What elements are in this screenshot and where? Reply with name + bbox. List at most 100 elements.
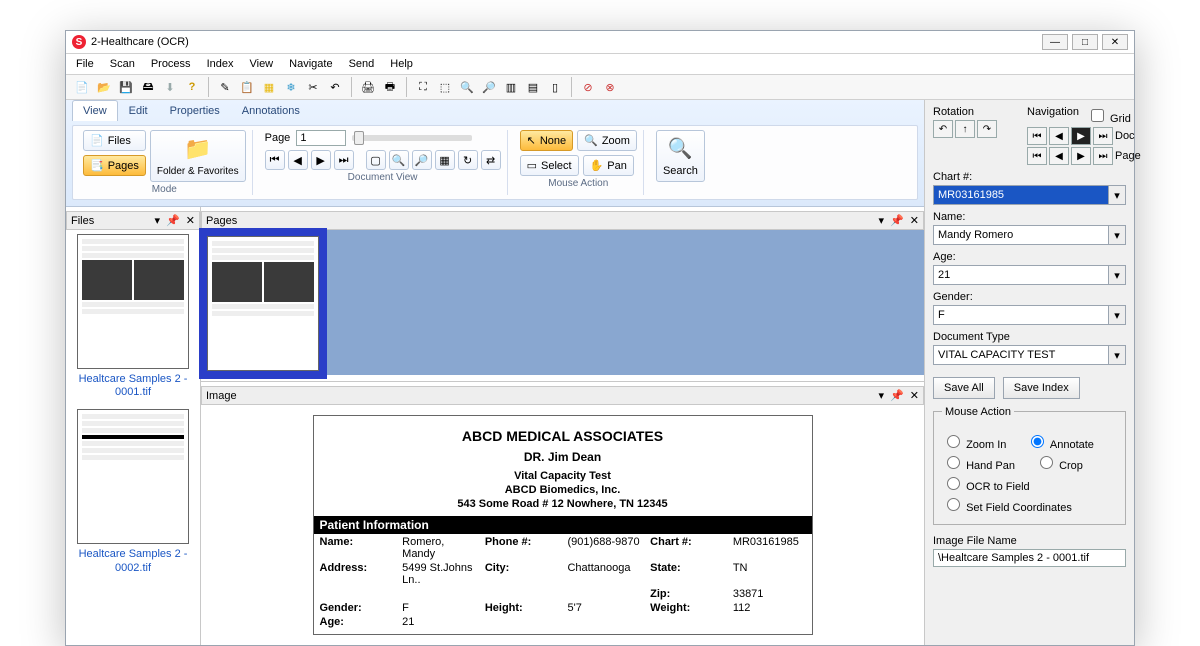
- printer-icon[interactable]: 🖶: [380, 77, 400, 97]
- pan-button[interactable]: ✋Pan: [583, 155, 634, 176]
- maximize-button[interactable]: □: [1072, 34, 1098, 50]
- down-icon[interactable]: ⬇: [160, 77, 180, 97]
- menu-navigate[interactable]: Navigate: [287, 56, 334, 72]
- pages-drop-icon[interactable]: ▾: [879, 214, 885, 227]
- flip-button[interactable]: ⇄: [481, 150, 501, 170]
- file-thumb[interactable]: [77, 409, 189, 544]
- radio-setcoords[interactable]: [947, 498, 960, 511]
- rot-cw-button[interactable]: ↷: [977, 120, 997, 138]
- tab-properties[interactable]: Properties: [159, 100, 231, 121]
- page-thumb-selected[interactable]: [207, 236, 319, 371]
- layout1-button[interactable]: ▢: [366, 150, 386, 170]
- nav-doc-next[interactable]: ▶: [1071, 127, 1091, 145]
- file-name-1[interactable]: Healtcare Samples 2 - 0001.tif: [70, 373, 196, 399]
- tab-annotations[interactable]: Annotations: [231, 100, 311, 121]
- zoomin-icon[interactable]: 🔍: [457, 77, 477, 97]
- file-name-2[interactable]: Healtcare Samples 2 - 0002.tif: [70, 548, 196, 574]
- snow-icon[interactable]: ❄: [281, 77, 301, 97]
- nav-page-last[interactable]: ⏭: [1093, 147, 1113, 165]
- menu-help[interactable]: Help: [388, 56, 415, 72]
- zoomfit-button[interactable]: 🔍: [389, 150, 409, 170]
- help-icon[interactable]: ?: [182, 77, 202, 97]
- radio-handpan[interactable]: [947, 456, 960, 469]
- gender-dropdown[interactable]: ▾: [1108, 305, 1126, 325]
- globe-red-icon[interactable]: ⊘: [578, 77, 598, 97]
- grid-icon[interactable]: ▦: [259, 77, 279, 97]
- imgfile-input[interactable]: [933, 549, 1126, 567]
- print-icon[interactable]: 🖨: [358, 77, 378, 97]
- pages-close-icon[interactable]: ✕: [910, 214, 919, 227]
- image-close-icon[interactable]: ✕: [910, 389, 919, 402]
- calendar-icon[interactable]: ▤: [523, 77, 543, 97]
- radio-ocr[interactable]: [947, 477, 960, 490]
- age-input[interactable]: [933, 265, 1108, 285]
- next-page-button[interactable]: ▶: [311, 150, 331, 170]
- saveall-icon[interactable]: 🖴: [138, 77, 158, 97]
- cut-icon[interactable]: ✂: [303, 77, 323, 97]
- search-button[interactable]: 🔍 Search: [656, 130, 705, 182]
- chart-dropdown[interactable]: ▾: [1108, 185, 1126, 205]
- zoomout-icon[interactable]: 🔎: [479, 77, 499, 97]
- menu-send[interactable]: Send: [347, 56, 377, 72]
- radio-crop[interactable]: [1040, 456, 1053, 469]
- tab-view[interactable]: View: [72, 100, 118, 121]
- nav-page-prev[interactable]: ◀: [1049, 147, 1069, 165]
- page-slider[interactable]: [354, 131, 364, 145]
- globe-stop-icon[interactable]: ⊗: [600, 77, 620, 97]
- grid-checkbox[interactable]: [1091, 109, 1104, 122]
- nav-page-next[interactable]: ▶: [1071, 147, 1091, 165]
- nav-doc-first[interactable]: ⏮: [1027, 127, 1047, 145]
- select-button[interactable]: ▭Select: [520, 155, 579, 176]
- nav-doc-prev[interactable]: ◀: [1049, 127, 1069, 145]
- menu-view[interactable]: View: [247, 56, 275, 72]
- prev-page-button[interactable]: ◀: [288, 150, 308, 170]
- undo-icon[interactable]: ↶: [325, 77, 345, 97]
- doctype-input[interactable]: [933, 345, 1108, 365]
- save-index-button[interactable]: Save Index: [1003, 377, 1080, 399]
- gender-input[interactable]: [933, 305, 1108, 325]
- save-all-button[interactable]: Save All: [933, 377, 995, 399]
- pages-button[interactable]: 📑Pages: [83, 155, 146, 176]
- rot-up-button[interactable]: ↑: [955, 120, 975, 138]
- radio-zoomin[interactable]: [947, 435, 960, 448]
- files-button[interactable]: 📄Files: [83, 130, 146, 151]
- files-drop-icon[interactable]: ▾: [155, 214, 161, 227]
- files-close-icon[interactable]: ✕: [186, 214, 195, 227]
- tab-edit[interactable]: Edit: [118, 100, 159, 121]
- thumbs-button[interactable]: ▦: [435, 150, 455, 170]
- radio-annotate[interactable]: [1031, 435, 1044, 448]
- folder-favorites-button[interactable]: 📁 Folder & Favorites: [150, 130, 246, 182]
- copy-icon[interactable]: 📋: [237, 77, 257, 97]
- zoomreg-button[interactable]: 🔎: [412, 150, 432, 170]
- menu-scan[interactable]: Scan: [108, 56, 137, 72]
- save-icon[interactable]: 💾: [116, 77, 136, 97]
- open-icon[interactable]: 📂: [94, 77, 114, 97]
- menu-file[interactable]: File: [74, 56, 96, 72]
- layout-icon[interactable]: ▥: [501, 77, 521, 97]
- rotate-button[interactable]: ↻: [458, 150, 478, 170]
- age-dropdown[interactable]: ▾: [1108, 265, 1126, 285]
- image-drop-icon[interactable]: ▾: [879, 389, 885, 402]
- files-pin-icon[interactable]: 📌: [166, 214, 180, 227]
- file-thumb[interactable]: [77, 234, 189, 369]
- nav-page-first[interactable]: ⏮: [1027, 147, 1047, 165]
- page-input[interactable]: [296, 130, 346, 146]
- new-icon[interactable]: 📄: [72, 77, 92, 97]
- close-button[interactable]: ✕: [1102, 34, 1128, 50]
- name-input[interactable]: [933, 225, 1108, 245]
- doc-icon[interactable]: ▯: [545, 77, 565, 97]
- menu-process[interactable]: Process: [149, 56, 193, 72]
- nav-doc-last[interactable]: ⏭: [1093, 127, 1113, 145]
- menu-index[interactable]: Index: [205, 56, 236, 72]
- rot-ccw-button[interactable]: ↶: [933, 120, 953, 138]
- last-page-button[interactable]: ⏭: [334, 150, 354, 170]
- image-pin-icon[interactable]: 📌: [890, 389, 904, 402]
- name-dropdown[interactable]: ▾: [1108, 225, 1126, 245]
- wand-icon[interactable]: ✎: [215, 77, 235, 97]
- chart-input[interactable]: [933, 185, 1108, 205]
- first-page-button[interactable]: ⏮: [265, 150, 285, 170]
- fitw-icon[interactable]: ⬚: [435, 77, 455, 97]
- none-button[interactable]: ↖None: [520, 130, 574, 151]
- zoom-button[interactable]: 🔍Zoom: [577, 130, 637, 151]
- pages-pin-icon[interactable]: 📌: [890, 214, 904, 227]
